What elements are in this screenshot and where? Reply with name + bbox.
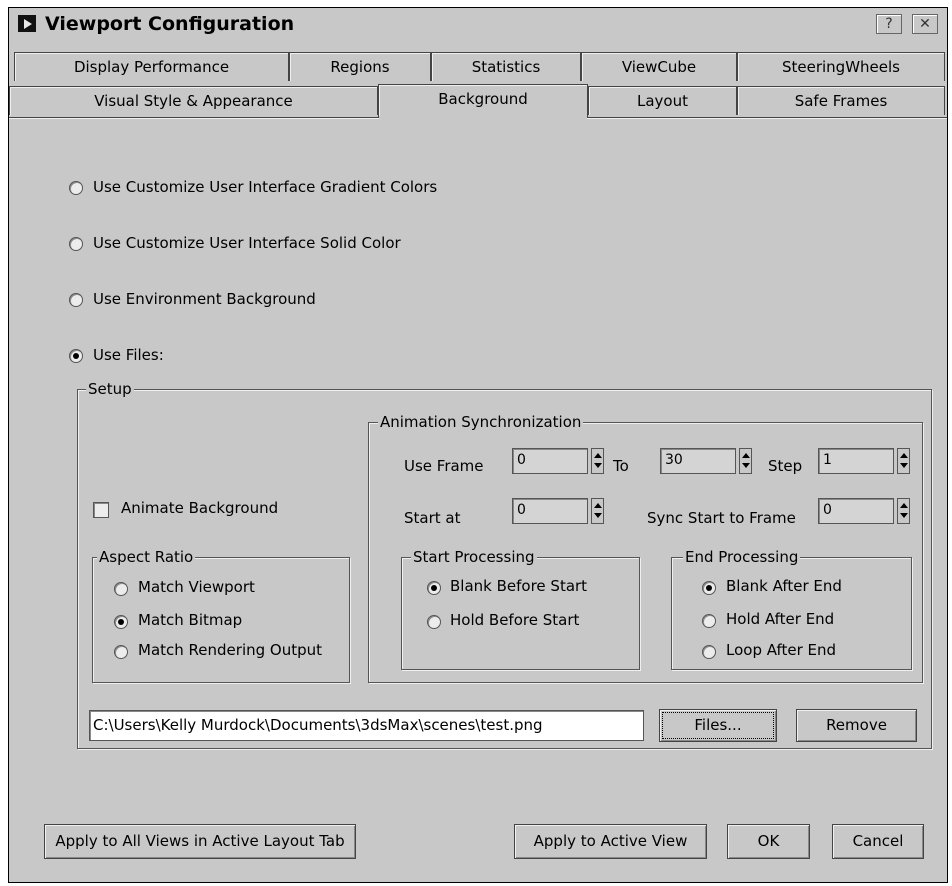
start-at-field[interactable]: 0 <box>512 498 588 524</box>
radio-match-rendering-output[interactable] <box>114 645 128 659</box>
apply-all-views-button[interactable]: Apply to All Views in Active Layout Tab <box>44 824 356 859</box>
remove-button[interactable]: Remove <box>796 709 917 742</box>
close-button[interactable]: ✕ <box>912 14 938 34</box>
aspect-ratio-label: Aspect Ratio <box>97 548 196 566</box>
window-title: Viewport Configuration <box>45 13 295 35</box>
radio-use-files-label: Use Files: <box>93 346 164 364</box>
radio-use-files[interactable] <box>69 349 83 363</box>
radio-blank-after-end-label: Blank After End <box>726 577 842 595</box>
radio-loop-after-end[interactable] <box>702 645 716 659</box>
end-processing-label: End Processing <box>683 548 801 566</box>
setup-group-label: Setup <box>86 380 134 398</box>
to-label: To <box>613 457 629 475</box>
to-field[interactable]: 30 <box>660 448 736 474</box>
sync-start-spinner[interactable] <box>897 498 910 524</box>
radio-loop-after-end-label: Loop After End <box>726 641 837 659</box>
file-path-field[interactable]: C:\Users\Kelly Murdock\Documents\3dsMax\… <box>89 710 644 741</box>
sync-start-field[interactable]: 0 <box>818 498 894 524</box>
start-processing-label: Start Processing <box>411 548 537 566</box>
start-at-label: Start at <box>404 509 461 527</box>
tab-display-performance[interactable]: Display Performance <box>14 52 289 81</box>
radio-match-bitmap[interactable] <box>114 615 128 629</box>
use-frame-spinner[interactable] <box>591 448 604 474</box>
start-at-spinner[interactable] <box>591 498 604 524</box>
radio-solid-color[interactable] <box>69 237 83 251</box>
radio-solid-color-label: Use Customize User Interface Solid Color <box>93 234 401 252</box>
animate-background-label: Animate Background <box>121 499 279 517</box>
active-tab-gap <box>379 116 587 119</box>
animate-background-checkbox[interactable] <box>93 502 109 518</box>
radio-blank-before-start[interactable] <box>427 581 441 595</box>
use-frame-field[interactable]: 0 <box>512 448 588 474</box>
animation-sync-label: Animation Synchronization <box>378 413 584 431</box>
apply-active-view-button[interactable]: Apply to Active View <box>514 824 707 859</box>
radio-match-viewport[interactable] <box>114 582 128 596</box>
tab-steeringwheels[interactable]: SteeringWheels <box>737 52 945 81</box>
step-spinner[interactable] <box>897 448 910 474</box>
step-field[interactable]: 1 <box>818 448 894 474</box>
tab-regions[interactable]: Regions <box>289 52 431 81</box>
radio-blank-before-start-label: Blank Before Start <box>450 577 588 595</box>
help-button[interactable]: ? <box>876 14 902 34</box>
app-icon <box>18 15 36 32</box>
radio-gradient-colors[interactable] <box>69 181 83 195</box>
tab-viewcube[interactable]: ViewCube <box>581 52 737 81</box>
radio-environment-background[interactable] <box>69 293 83 307</box>
ok-button[interactable]: OK <box>727 824 810 859</box>
cancel-button[interactable]: Cancel <box>832 824 924 859</box>
radio-environment-background-label: Use Environment Background <box>93 290 316 308</box>
radio-hold-before-start-label: Hold Before Start <box>450 611 580 629</box>
tab-background[interactable]: Background <box>378 84 588 117</box>
files-button[interactable]: Files... <box>659 709 777 742</box>
radio-hold-before-start[interactable] <box>427 615 441 629</box>
use-frame-label: Use Frame <box>404 457 484 475</box>
radio-blank-after-end[interactable] <box>702 581 716 595</box>
radio-gradient-colors-label: Use Customize User Interface Gradient Co… <box>93 178 438 196</box>
radio-match-viewport-label: Match Viewport <box>138 578 255 596</box>
radio-hold-after-end-label: Hold After End <box>726 610 835 628</box>
step-label: Step <box>768 457 803 475</box>
tab-statistics[interactable]: Statistics <box>431 52 581 81</box>
tab-visual-style[interactable]: Visual Style & Appearance <box>9 86 378 115</box>
radio-match-bitmap-label: Match Bitmap <box>138 611 243 629</box>
tab-safe-frames[interactable]: Safe Frames <box>737 86 945 115</box>
to-spinner[interactable] <box>739 448 752 474</box>
sync-start-label: Sync Start to Frame <box>647 509 796 527</box>
radio-hold-after-end[interactable] <box>702 614 716 628</box>
radio-match-rendering-output-label: Match Rendering Output <box>138 641 323 659</box>
tab-layout[interactable]: Layout <box>588 86 737 115</box>
